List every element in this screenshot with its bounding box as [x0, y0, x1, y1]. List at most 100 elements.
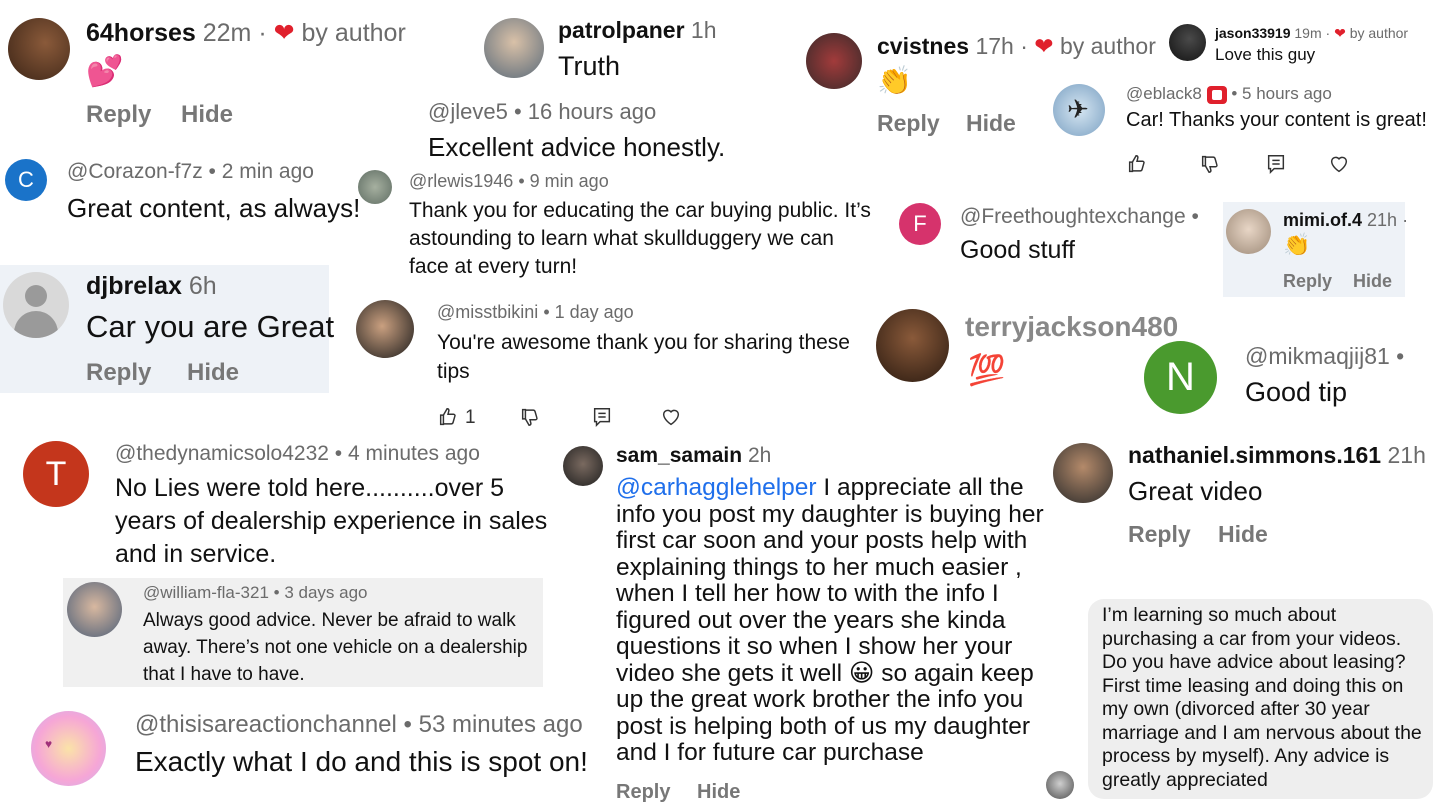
reply-comment-icon[interactable] — [1265, 153, 1287, 175]
avatar[interactable] — [563, 446, 603, 486]
comment-header: @mikmaqjij81 • — [1245, 343, 1404, 370]
avatar[interactable]: ✈ — [1053, 84, 1105, 136]
by-author-label: by author — [301, 19, 406, 47]
separator-dot: • — [334, 442, 348, 465]
channel-handle[interactable]: @misstbikini — [437, 302, 538, 322]
mention-link[interactable]: @carhagglehelper — [616, 474, 817, 501]
comment-text: @carhagglehelper I appreciate all the in… — [616, 474, 1046, 767]
separator-dot: • — [1396, 343, 1405, 369]
comment-header: jason33919 19m · ❤ by author — [1215, 25, 1408, 42]
bird-icon: ✈ — [1067, 94, 1089, 124]
comment-text: Excellent advice honestly. — [428, 132, 726, 162]
reply-button[interactable]: Reply — [1128, 521, 1191, 548]
username[interactable]: nathaniel.simmons.161 — [1128, 442, 1381, 468]
channel-handle[interactable]: @rlewis1946 — [409, 171, 513, 191]
heart-outline-icon[interactable] — [1328, 153, 1350, 175]
reply-comment-icon[interactable] — [591, 406, 613, 428]
username[interactable]: jason33919 — [1215, 25, 1291, 41]
timestamp: 5 hours ago — [1242, 84, 1332, 103]
timestamp: 17h — [975, 33, 1014, 59]
avatar[interactable]: ♥ — [31, 711, 106, 786]
hide-button[interactable]: Hide — [181, 101, 233, 129]
by-author-label: by author — [1349, 25, 1409, 41]
avatar-letter: T — [45, 454, 67, 493]
thumbs-down-icon[interactable] — [519, 406, 541, 428]
hide-button[interactable]: Hide — [697, 781, 740, 804]
avatar[interactable] — [358, 170, 392, 204]
thumbs-up-icon[interactable] — [437, 406, 459, 428]
avatar[interactable] — [484, 18, 544, 78]
comment-header: @jleve5 • 16 hours ago — [428, 99, 656, 125]
timestamp: 2 min ago — [221, 160, 314, 183]
comment-text: Car you are Great — [86, 309, 335, 344]
comment-header: @thedynamicsolo4232 • 4 minutes ago — [115, 442, 480, 466]
avatar-letter: F — [913, 211, 927, 236]
separator-dot: · — [258, 19, 267, 47]
channel-handle[interactable]: @mikmaqjij81 — [1245, 343, 1390, 369]
comment-text: Good stuff — [960, 236, 1075, 264]
thumbs-down-icon[interactable] — [1199, 153, 1221, 175]
heart-icon: ❤ — [1334, 25, 1346, 41]
timestamp: 22m — [202, 19, 252, 47]
avatar[interactable] — [356, 300, 414, 358]
timestamp: 19m — [1294, 25, 1322, 41]
youtube-icon — [1206, 85, 1227, 104]
username[interactable]: djbrelax — [86, 272, 182, 300]
username[interactable]: sam_samain — [616, 444, 742, 467]
comment-text: Thank you for educating the car buying p… — [409, 199, 871, 278]
comment-header: 64horses 22m · ❤ by author — [86, 18, 406, 48]
comment-emoji: 👏 — [1283, 233, 1311, 258]
avatar[interactable]: N — [1144, 341, 1217, 414]
username[interactable]: terryjackson480 — [965, 311, 1178, 343]
comment-header: @Freethoughtexchange • — [960, 205, 1199, 229]
separator-dot: · — [1020, 33, 1028, 59]
thumbs-up-icon[interactable] — [1126, 153, 1148, 175]
channel-handle[interactable]: @thisisareactionchannel — [135, 711, 397, 738]
channel-handle[interactable]: @eblack8 — [1126, 84, 1202, 103]
reply-button[interactable]: Reply — [86, 359, 151, 387]
channel-handle[interactable]: @thedynamicsolo4232 — [115, 442, 329, 465]
avatar[interactable] — [1053, 443, 1113, 503]
avatar-placeholder[interactable] — [3, 272, 69, 338]
like-count: 1 — [465, 407, 476, 428]
comment-text: Car! Thanks your content is great! — [1126, 109, 1427, 131]
channel-handle[interactable]: @Freethoughtexchange — [960, 205, 1186, 228]
channel-handle[interactable]: @william-fla-321 — [143, 583, 269, 602]
reply-button[interactable]: Reply — [86, 101, 151, 129]
reply-button[interactable]: Reply — [616, 781, 670, 804]
comment-header: @william-fla-321 • 3 days ago — [143, 583, 368, 603]
username[interactable]: cvistnes — [877, 33, 969, 59]
username[interactable]: 64horses — [86, 19, 196, 47]
separator-dot: · — [1402, 210, 1409, 230]
hide-button[interactable]: Hide — [966, 110, 1016, 137]
avatar[interactable] — [67, 582, 122, 637]
avatar[interactable] — [8, 18, 70, 80]
comment-text: Good tip — [1245, 377, 1348, 407]
heart-outline-icon[interactable] — [660, 406, 682, 428]
reply-button[interactable]: Reply — [877, 110, 940, 137]
avatar[interactable] — [876, 309, 949, 382]
avatar[interactable] — [1046, 771, 1074, 799]
separator-dot: • — [1191, 205, 1199, 228]
separator-dot: • — [518, 171, 530, 191]
channel-handle[interactable]: @jleve5 — [428, 99, 508, 124]
avatar[interactable]: F — [899, 203, 941, 245]
timestamp: 9 min ago — [529, 171, 609, 191]
hide-button[interactable]: Hide — [1218, 521, 1268, 548]
avatar[interactable] — [806, 33, 862, 89]
comment-header: cvistnes 17h · ❤ by author — [877, 33, 1156, 60]
timestamp: 16 hours ago — [527, 99, 657, 124]
avatar[interactable]: T — [23, 441, 89, 507]
username[interactable]: patrolpaner — [558, 17, 685, 43]
avatar[interactable] — [1226, 209, 1271, 254]
avatar[interactable]: C — [5, 159, 47, 201]
reply-button[interactable]: Reply — [1283, 271, 1332, 292]
avatar[interactable] — [1169, 24, 1206, 61]
timestamp: 21h — [1387, 442, 1426, 468]
comment-text: Exactly what I do and this is spot on! — [135, 746, 588, 777]
hide-button[interactable]: Hide — [187, 359, 239, 387]
hide-button[interactable]: Hide — [1353, 271, 1392, 292]
username[interactable]: mimi.of.4 — [1283, 210, 1362, 230]
heart-icon: ❤ — [273, 19, 295, 47]
channel-handle[interactable]: @Corazon-f7z — [67, 160, 203, 183]
